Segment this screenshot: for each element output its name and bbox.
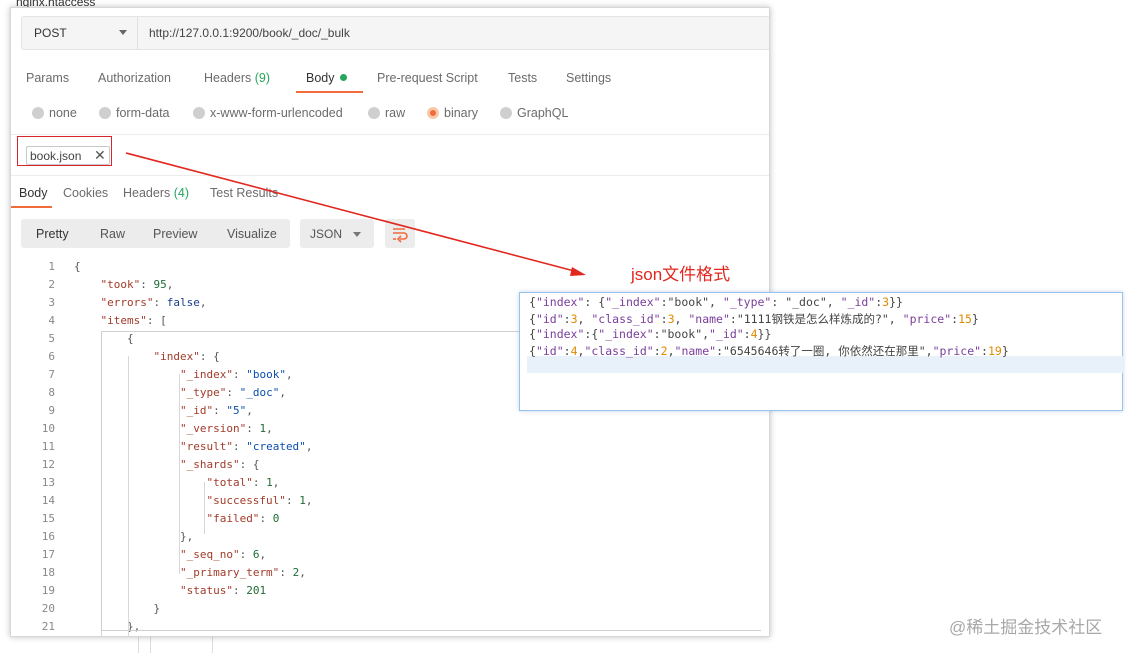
line-number: 2 bbox=[48, 278, 55, 291]
url-input[interactable]: http://127.0.0.1:9200/book/_doc/_bulk bbox=[149, 26, 350, 40]
json-file-line: {"index": {"_index":"book", "_type": "_d… bbox=[529, 295, 903, 309]
response-tab-body[interactable]: Body bbox=[19, 186, 48, 200]
line-number: 4 bbox=[48, 314, 55, 327]
screenshot-stage: nginx.htaccess POST http://127.0.0.1:920… bbox=[0, 0, 1129, 653]
tab-authorization[interactable]: Authorization bbox=[98, 71, 171, 85]
json-file-popup: {"index": {"_index":"book", "_type": "_d… bbox=[519, 292, 1123, 411]
body-mode-options: none form-data x-www-form-urlencoded raw… bbox=[11, 104, 769, 124]
line-number: 20 bbox=[41, 602, 55, 615]
response-tab-headers-label: Headers bbox=[123, 186, 171, 200]
line-number: 13 bbox=[41, 476, 55, 489]
active-response-tab-indicator bbox=[11, 206, 52, 208]
response-tab-cookies[interactable]: Cookies bbox=[63, 186, 108, 200]
tab-headers-count: (9) bbox=[254, 71, 271, 85]
code-line: "errors": false, bbox=[100, 296, 207, 309]
line-number: 3 bbox=[48, 296, 55, 309]
view-preview-button[interactable]: Preview bbox=[153, 227, 197, 241]
tab-settings[interactable]: Settings bbox=[566, 71, 611, 85]
tab-body[interactable]: Body bbox=[306, 71, 347, 85]
code-line: "items": [ bbox=[100, 314, 167, 327]
mode-label-graphql: GraphQL bbox=[517, 106, 569, 120]
request-tabs: Params Authorization Headers (9) Body Pr… bbox=[11, 66, 769, 92]
line-number: 16 bbox=[41, 530, 55, 543]
response-tabs: Body Cookies Headers (4) Test Results bbox=[11, 186, 769, 206]
mode-label-raw: raw bbox=[385, 106, 406, 120]
mode-label-urlencoded: x-www-form-urlencoded bbox=[210, 106, 343, 120]
line-number: 15 bbox=[41, 512, 55, 525]
chevron-down-icon bbox=[119, 30, 127, 35]
view-raw-button[interactable]: Raw bbox=[100, 227, 125, 241]
method-label: POST bbox=[34, 26, 67, 40]
chevron-down-icon bbox=[353, 232, 361, 237]
radio-graphql[interactable] bbox=[500, 107, 512, 119]
line-number: 1 bbox=[48, 260, 55, 273]
tab-headers[interactable]: Headers (9) bbox=[204, 71, 270, 85]
code-line: { bbox=[74, 260, 81, 273]
radio-none[interactable] bbox=[32, 107, 44, 119]
format-select[interactable]: JSON bbox=[300, 219, 374, 248]
active-tab-indicator bbox=[296, 91, 363, 93]
wrap-lines-icon bbox=[393, 228, 408, 243]
tab-tests[interactable]: Tests bbox=[508, 71, 537, 85]
response-tab-test-results[interactable]: Test Results bbox=[210, 186, 278, 200]
tab-params[interactable]: Params bbox=[26, 71, 69, 85]
json-file-line: {"index":{"_index":"book","_id":4}} bbox=[529, 327, 772, 341]
radio-urlencoded[interactable] bbox=[193, 107, 205, 119]
response-view-toolbar: Pretty Raw Preview Visualize JSON bbox=[21, 219, 761, 249]
format-label: JSON bbox=[310, 227, 343, 241]
response-tab-headers-count: (4) bbox=[173, 186, 190, 200]
line-number: 14 bbox=[41, 494, 55, 507]
line-number: 12 bbox=[41, 458, 55, 471]
radio-binary[interactable] bbox=[427, 107, 439, 119]
json-file-line: {"id":3, "class_id":3, "name":"1111钢铁是怎么… bbox=[529, 312, 979, 326]
annotation-label: json文件格式 bbox=[631, 265, 731, 284]
mode-label-none: none bbox=[49, 106, 77, 120]
binary-file-area: book.json ✕ bbox=[11, 134, 769, 176]
radio-raw[interactable] bbox=[368, 107, 380, 119]
wrap-lines-button[interactable] bbox=[385, 219, 415, 248]
mode-label-form-data: form-data bbox=[116, 106, 170, 120]
code-line: "took": 95, bbox=[100, 278, 174, 291]
method-select[interactable]: POST bbox=[22, 17, 138, 49]
line-number: 11 bbox=[41, 440, 55, 453]
view-mode-group: Pretty Raw Preview Visualize bbox=[21, 219, 290, 248]
tab-pre-request-script[interactable]: Pre-request Script bbox=[377, 71, 478, 85]
response-tab-headers[interactable]: Headers (4) bbox=[123, 186, 189, 200]
view-pretty-button[interactable]: Pretty bbox=[36, 227, 69, 241]
line-number: 5 bbox=[48, 332, 55, 345]
line-number: 9 bbox=[48, 404, 55, 417]
line-number: 18 bbox=[41, 566, 55, 579]
popup-gutter bbox=[520, 293, 526, 410]
line-number: 10 bbox=[41, 422, 55, 435]
line-number: 7 bbox=[48, 368, 55, 381]
view-visualize-button[interactable]: Visualize bbox=[227, 227, 277, 241]
tab-headers-label: Headers bbox=[204, 71, 252, 85]
line-number: 6 bbox=[48, 350, 55, 363]
watermark: @稀土掘金技术社区 bbox=[949, 618, 1103, 637]
request-url-bar: POST http://127.0.0.1:9200/book/_doc/_bu… bbox=[21, 16, 769, 50]
json-file-line: {"id":4,"class_id":2,"name":"6545646转了一圈… bbox=[529, 344, 1009, 358]
line-number: 21 bbox=[41, 620, 55, 633]
mode-label-binary: binary bbox=[444, 106, 479, 120]
annotation-highlight-box bbox=[17, 136, 112, 166]
radio-form-data[interactable] bbox=[99, 107, 111, 119]
tab-body-label: Body bbox=[306, 71, 335, 85]
status-dot-icon bbox=[339, 74, 347, 81]
line-number: 17 bbox=[41, 548, 55, 561]
line-number: 19 bbox=[41, 584, 55, 597]
line-number: 8 bbox=[48, 386, 55, 399]
